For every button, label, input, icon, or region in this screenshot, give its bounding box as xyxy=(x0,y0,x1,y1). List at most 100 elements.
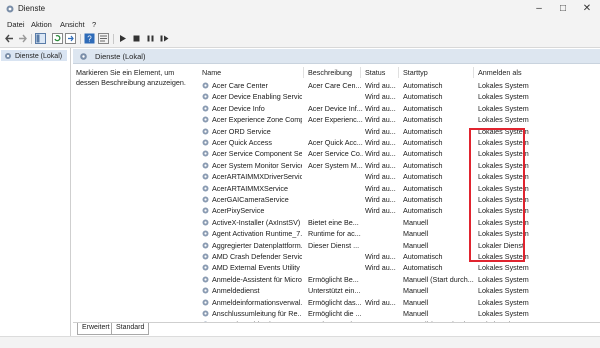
tree-item-label: Dienste (Lokal) xyxy=(15,53,63,60)
service-gear-icon xyxy=(202,139,209,146)
services-gear-icon xyxy=(80,53,87,60)
service-row[interactable]: AMD Crash Defender Service Wird au... Auto… xyxy=(198,251,598,263)
export-list-icon[interactable] xyxy=(65,33,76,44)
service-name: Acer Quick Access xyxy=(212,138,272,147)
service-starttype: Manuell xyxy=(403,240,429,250)
service-row[interactable]: Acer Device Info Acer Device Inf... Wird a… xyxy=(198,103,598,115)
pause-icon[interactable] xyxy=(145,33,156,44)
description-text: Markieren Sie ein Element, um dessen Bes… xyxy=(76,68,186,87)
service-starttype: Manuell xyxy=(403,309,429,318)
service-row[interactable]: Acer Quick Access Acer Quick Acc... Wird a… xyxy=(198,137,598,149)
tree-item-dienste-lokal[interactable]: Dienste (Lokal) xyxy=(1,50,67,61)
service-description: Ermöglicht das... xyxy=(308,297,362,307)
services-pane: Dienste (Lokal) Markieren Sie ein Elemen… xyxy=(73,48,600,338)
service-row[interactable]: ActiveX-Installer (AxInstSV) Bietet eine … xyxy=(198,217,598,229)
service-name: Acer Device Enabling Service ... xyxy=(212,92,302,102)
console-tree-icon[interactable] xyxy=(35,33,46,44)
service-gear-icon xyxy=(202,185,209,192)
service-status: Wird au... xyxy=(365,252,396,261)
service-row[interactable]: Anschlussumleitung für Re... Ermöglicht d… xyxy=(198,308,598,320)
service-row[interactable]: AcerARTAIMMXDriverService Wird au... Autom… xyxy=(198,171,598,183)
service-row[interactable]: Anmeldedienst Unterstützt ein... Manuell Lo… xyxy=(198,285,598,297)
title-bar: Dienste – □ ✕ xyxy=(0,0,600,18)
tab-erweitert[interactable]: Erweitert xyxy=(77,323,115,335)
service-starttype: Automatisch xyxy=(403,195,443,204)
services-gear-icon xyxy=(6,5,14,13)
column-header-status[interactable]: Status xyxy=(365,68,385,77)
close-icon[interactable]: ✕ xyxy=(576,0,598,18)
service-row[interactable]: Acer Care Center Acer Care Cen... Wird au.… xyxy=(198,80,598,92)
service-status: Wird au... xyxy=(365,103,396,113)
service-row[interactable]: Aggregierter Datenplattform... Dieser Die… xyxy=(198,240,598,252)
refresh-icon[interactable] xyxy=(52,33,63,44)
service-description: Runtime for ac... xyxy=(308,229,361,239)
service-row[interactable]: Anmeldeinformationsverwal... Ermöglicht d… xyxy=(198,297,598,309)
service-starttype: Automatisch xyxy=(403,92,443,102)
service-gear-icon xyxy=(202,230,209,237)
service-row[interactable]: Acer Experience Zone Comp... Acer Experie… xyxy=(198,114,598,126)
back-arrow-icon[interactable] xyxy=(4,33,15,44)
service-row[interactable]: Anmelde-Assistent für Micro... Ermöglicht… xyxy=(198,274,598,286)
status-bar xyxy=(0,336,600,348)
service-row[interactable]: AcerARTAIMMXService Wird au... Automatisch… xyxy=(198,183,598,195)
service-status: Wird au... xyxy=(365,149,396,159)
service-name: Anmeldedienst xyxy=(212,286,260,296)
service-status: Wird au... xyxy=(365,297,396,307)
service-name: Acer Care Center xyxy=(212,81,268,90)
service-row[interactable]: AMD External Events Utility Wird au... Aut… xyxy=(198,262,598,274)
help-icon[interactable]: ? xyxy=(84,33,95,44)
service-gear-icon xyxy=(202,162,209,169)
column-header-starttyp[interactable]: Starttyp xyxy=(403,68,428,77)
service-row[interactable]: Agent Activation Runtime_7... Runtime for… xyxy=(198,228,598,240)
service-status: Wird au... xyxy=(365,126,396,136)
service-logon: Lokales System xyxy=(478,274,529,284)
service-starttype: Manuell xyxy=(403,229,429,239)
service-logon: Lokales System xyxy=(478,103,529,113)
service-status: Wird au... xyxy=(365,92,396,102)
service-status: Wird au... xyxy=(365,160,396,170)
service-gear-icon xyxy=(202,82,209,89)
minimize-icon[interactable]: – xyxy=(528,0,550,18)
service-row[interactable]: Acer System Monitor Service Acer System M… xyxy=(198,160,598,172)
service-name: Agent Activation Runtime_7... xyxy=(212,229,302,239)
window-title: Dienste xyxy=(18,4,46,13)
service-gear-icon xyxy=(202,150,209,157)
service-starttype: Automatisch xyxy=(403,263,443,273)
service-starttype: Manuell xyxy=(403,217,429,227)
column-header-anmelden-als[interactable]: Anmelden als xyxy=(478,68,522,77)
tab-standard[interactable]: Standard xyxy=(111,323,150,335)
maximize-icon[interactable]: □ xyxy=(552,0,574,18)
service-gear-icon xyxy=(202,116,209,123)
service-description: Acer Device Inf... xyxy=(308,103,363,113)
menu-datei[interactable]: Datei xyxy=(7,20,25,29)
service-name: Acer System Monitor Service xyxy=(212,160,302,170)
service-row[interactable]: AcerGAICameraService Wird au... Automatisc… xyxy=(198,194,598,206)
play-icon[interactable] xyxy=(117,33,128,44)
service-starttype: Automatisch xyxy=(403,252,443,261)
service-description: Ermöglicht Be... xyxy=(308,274,359,284)
service-gear-icon xyxy=(202,242,209,249)
restart-icon[interactable] xyxy=(159,33,170,44)
service-starttype: Automatisch xyxy=(403,126,443,136)
stop-icon[interactable] xyxy=(131,33,142,44)
forward-arrow-icon[interactable] xyxy=(17,33,28,44)
menu-ansicht[interactable]: Ansicht xyxy=(60,20,85,29)
service-starttype: Manuell xyxy=(403,297,429,307)
column-header-name[interactable]: Name xyxy=(202,68,221,77)
service-status: Wird au... xyxy=(365,81,396,90)
menu-aktion[interactable]: Aktion xyxy=(31,20,52,29)
service-row[interactable]: Acer Service Component Ser... Acer Servic… xyxy=(198,148,598,160)
service-gear-icon xyxy=(202,310,209,317)
service-row[interactable]: Acer Device Enabling Service ... Wird au.… xyxy=(198,91,598,103)
properties-icon[interactable] xyxy=(98,33,109,44)
service-row[interactable]: Acer ORD Service Wird au... Automatisch Lok… xyxy=(198,126,598,138)
service-name: Acer Experience Zone Comp... xyxy=(212,115,302,125)
service-starttype: Manuell (Start durch... xyxy=(403,274,474,284)
menu-bar: Datei Aktion Ansicht ? xyxy=(0,18,600,31)
menu-help[interactable]: ? xyxy=(92,20,96,29)
service-starttype: Automatisch xyxy=(403,115,443,125)
service-status: Wird au... xyxy=(365,172,396,182)
service-row[interactable]: AcerPixyService Wird au... Automatisch Loka… xyxy=(198,205,598,217)
service-starttype: Automatisch xyxy=(403,149,443,159)
column-header-beschreibung[interactable]: Beschreibung xyxy=(308,68,352,77)
